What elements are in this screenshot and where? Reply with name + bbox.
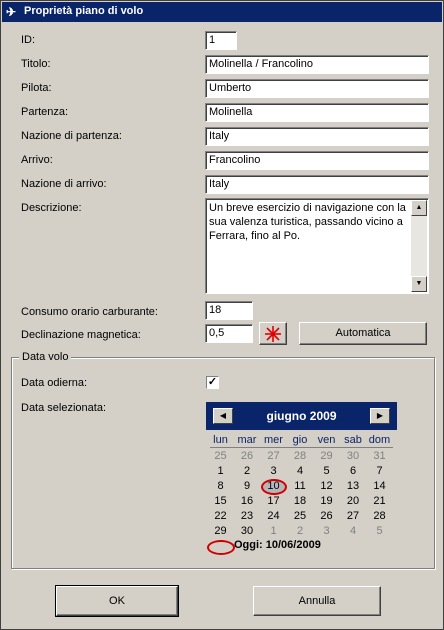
- nazione-partenza-label: Nazione di partenza:: [21, 130, 122, 142]
- calendar-control[interactable]: ◀ giugno 2009 ▶ Oggi: 10/06/2009 lun mar m…: [206, 402, 397, 558]
- weekday-label: sab: [344, 434, 362, 446]
- calendar-day[interactable]: 31: [366, 450, 393, 462]
- titolo-label: Titolo:: [21, 58, 51, 70]
- next-month-button[interactable]: ▶: [370, 408, 390, 424]
- descrizione-text: Un breve esercizio di navigazione con la…: [209, 202, 406, 242]
- consumo-field[interactable]: 18: [205, 301, 253, 320]
- calendar-day[interactable]: 3: [313, 525, 340, 537]
- consumo-label: Consumo orario carburante:: [21, 306, 158, 318]
- data-volo-legend: Data volo: [19, 351, 72, 363]
- calendar-day[interactable]: 8: [207, 480, 234, 492]
- calendar-day[interactable]: 29: [207, 525, 234, 537]
- calendar-day[interactable]: 2: [234, 465, 261, 477]
- selected-day-marker-icon: [261, 479, 287, 495]
- pilota-field[interactable]: Umberto: [205, 79, 429, 98]
- calendar-day[interactable]: 27: [340, 510, 367, 522]
- calendar-day[interactable]: 9: [234, 480, 261, 492]
- calendar-day[interactable]: 12: [313, 480, 340, 492]
- weekday-label: dom: [368, 434, 391, 446]
- weekday-label: mar: [237, 434, 257, 446]
- calendar-day[interactable]: 21: [366, 495, 393, 507]
- calendar-day[interactable]: 1: [207, 465, 234, 477]
- nazione-arrivo-label: Nazione di arrivo:: [21, 178, 107, 190]
- calendar-day[interactable]: 30: [340, 450, 367, 462]
- calendar-month-label: giugno 2009: [266, 409, 337, 423]
- calendar-day[interactable]: 5: [366, 525, 393, 537]
- calendar-day[interactable]: 20: [340, 495, 367, 507]
- dialog-window: ✈ Proprietà piano di volo ID: 1 Titolo: …: [0, 0, 444, 630]
- automatica-button[interactable]: Automatica: [299, 322, 427, 345]
- compass-icon: [265, 326, 281, 342]
- calendar-day[interactable]: 30: [234, 525, 261, 537]
- id-field[interactable]: 1: [205, 31, 237, 50]
- declinazione-field[interactable]: 0,5: [205, 324, 253, 343]
- descrizione-textarea[interactable]: Un breve esercizio di navigazione con la…: [205, 198, 429, 294]
- plane-icon: ✈: [6, 5, 17, 19]
- scroll-up-icon[interactable]: ▲: [411, 200, 427, 216]
- calendar-day[interactable]: 1: [260, 525, 287, 537]
- weekday-label: ven: [317, 434, 336, 446]
- calendar-day[interactable]: 28: [287, 450, 314, 462]
- partenza-label: Partenza:: [21, 106, 69, 118]
- calendar-day[interactable]: 28: [366, 510, 393, 522]
- calendar-day[interactable]: 18: [287, 495, 314, 507]
- id-label: ID:: [21, 34, 36, 46]
- calendar-day[interactable]: 24: [260, 510, 287, 522]
- data-odierna-checkbox[interactable]: ✓: [206, 376, 219, 389]
- calendar-day[interactable]: 11: [287, 480, 314, 492]
- calendar-day[interactable]: 4: [287, 465, 314, 477]
- arrivo-field[interactable]: Francolino: [205, 151, 429, 170]
- descrizione-scrollbar[interactable]: ▲ ▼: [411, 200, 427, 292]
- weekday-label: lun: [213, 434, 228, 446]
- window-title: Proprietà piano di volo: [24, 5, 144, 17]
- title-bar[interactable]: ✈ Proprietà piano di volo: [2, 2, 442, 22]
- scroll-down-icon[interactable]: ▼: [411, 276, 427, 292]
- calendar-day[interactable]: 23: [234, 510, 261, 522]
- cancel-button[interactable]: Annulla: [253, 586, 381, 616]
- calendar-day[interactable]: 4: [340, 525, 367, 537]
- weekday-divider: [210, 447, 393, 448]
- calendar-day[interactable]: 2: [287, 525, 314, 537]
- calendar-day[interactable]: 13: [340, 480, 367, 492]
- nazione-partenza-field[interactable]: Italy: [205, 127, 429, 146]
- partenza-field[interactable]: Molinella: [205, 103, 429, 122]
- data-odierna-label: Data odierna:: [21, 377, 88, 389]
- calendar-day[interactable]: 26: [313, 510, 340, 522]
- pilota-label: Pilota:: [21, 82, 52, 94]
- ok-button[interactable]: OK: [55, 585, 179, 617]
- declinazione-label: Declinazione magnetica:: [21, 329, 141, 341]
- weekday-label: gio: [292, 434, 308, 446]
- today-link[interactable]: Oggi: 10/06/2009: [234, 539, 321, 551]
- calendar-day[interactable]: 25: [207, 450, 234, 462]
- data-selezionata-label: Data selezionata:: [21, 402, 106, 414]
- calendar-day[interactable]: 3: [260, 465, 287, 477]
- calendar-day[interactable]: 6: [340, 465, 367, 477]
- calendar-day[interactable]: 26: [234, 450, 261, 462]
- calendar-day[interactable]: 14: [366, 480, 393, 492]
- calendar-day[interactable]: 17: [260, 495, 287, 507]
- nazione-arrivo-field[interactable]: Italy: [205, 175, 429, 194]
- calendar-day[interactable]: 29: [313, 450, 340, 462]
- today-marker-icon: [207, 540, 235, 555]
- titolo-field[interactable]: Molinella / Francolino: [205, 55, 429, 74]
- descrizione-label: Descrizione:: [21, 202, 82, 214]
- calendar-day[interactable]: 19: [313, 495, 340, 507]
- calendar-day[interactable]: 5: [313, 465, 340, 477]
- compass-rose-button[interactable]: [259, 322, 287, 345]
- calendar-header: ◀ giugno 2009 ▶: [206, 402, 397, 430]
- calendar-day[interactable]: 7: [366, 465, 393, 477]
- calendar-day[interactable]: 16: [234, 495, 261, 507]
- arrivo-label: Arrivo:: [21, 154, 53, 166]
- calendar-day[interactable]: 27: [260, 450, 287, 462]
- calendar-day[interactable]: 25: [287, 510, 314, 522]
- calendar-day[interactable]: 15: [207, 495, 234, 507]
- weekday-label: mer: [264, 434, 283, 446]
- calendar-day[interactable]: 22: [207, 510, 234, 522]
